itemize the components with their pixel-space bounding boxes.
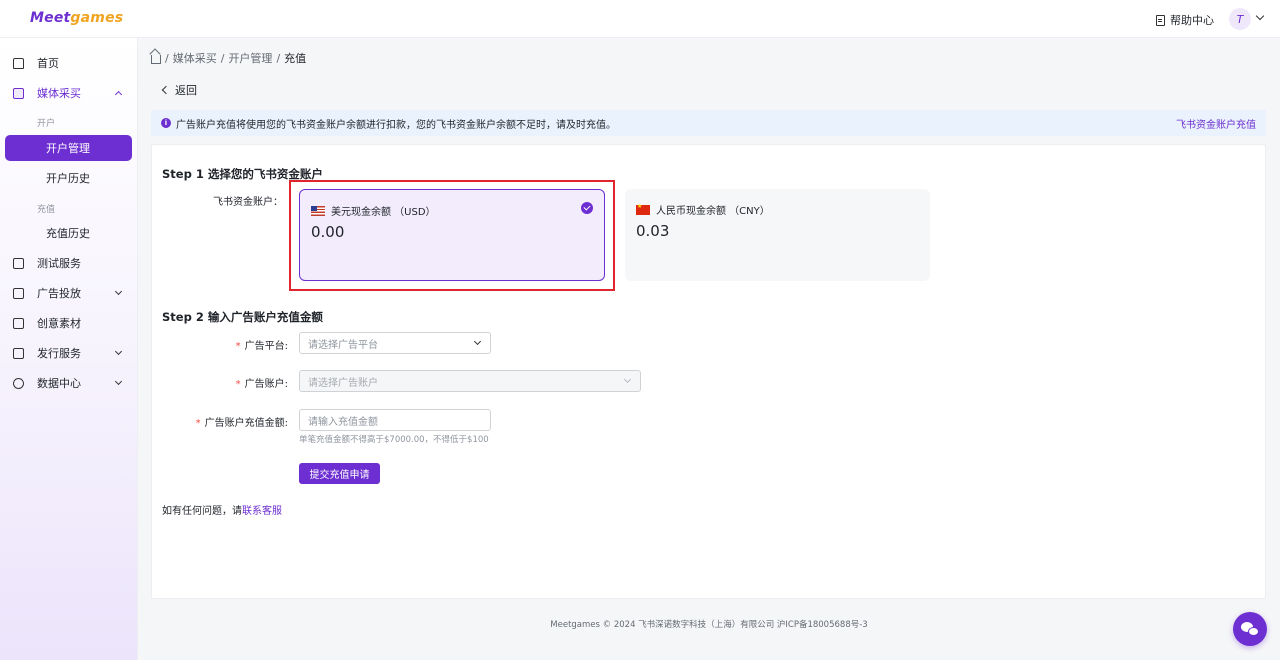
- publish-icon: [13, 347, 24, 359]
- home-icon: [13, 57, 24, 69]
- china-flag-icon: [636, 203, 650, 215]
- ad-platform-label: * 广告平台:: [235, 341, 288, 352]
- sidebar-group-recharge: 充值: [37, 205, 56, 215]
- fund-account-recharge-link[interactable]: 飞书资金账户充值: [1176, 116, 1256, 131]
- fund-account-card-usd[interactable]: 美元现金余额 （USD） 0.00: [299, 189, 605, 281]
- sidebar-item-open-account-mgmt[interactable]: 开户管理: [5, 135, 132, 161]
- help-center-link[interactable]: 帮助中心: [1156, 12, 1214, 28]
- top-header: Meetgames 帮助中心 T: [0, 0, 1280, 38]
- chevron-down-icon: [114, 287, 123, 296]
- us-flag-icon: [311, 205, 325, 216]
- breadcrumb: / 媒体采买 / 开户管理 / 充值: [151, 50, 306, 66]
- recharge-amount-label: * 广告账户充值金额:: [195, 418, 288, 429]
- notice-message: 广告账户充值将使用您的飞书资金账户余额进行扣款，您的飞书资金账户余额不足时，请及…: [176, 119, 616, 131]
- contact-support-text: 如有任何问题，请联系客服: [162, 506, 282, 517]
- footer-copyright: Meetgames © 2024 飞书深诺数字科技（上海）有限公司 沪ICP备1…: [550, 620, 868, 630]
- image-icon: [13, 317, 24, 329]
- fund-account-label: 飞书资金账户：: [213, 197, 283, 208]
- sidebar-item-creative[interactable]: 创意素材: [0, 311, 138, 335]
- back-button[interactable]: 返回: [161, 82, 197, 98]
- ad-account-label: * 广告账户:: [235, 379, 288, 390]
- sidebar-group-open-account: 开户: [37, 119, 56, 129]
- info-notice: i 广告账户充值将使用您的飞书资金账户余额进行扣款，您的飞书资金账户余额不足时，…: [151, 110, 1266, 136]
- ad-platform-select[interactable]: 请选择广告平台: [299, 332, 491, 354]
- home-icon[interactable]: [151, 55, 161, 64]
- cny-balance: 0.03: [636, 222, 670, 240]
- sidebar-item-publishing[interactable]: 发行服务: [0, 341, 138, 365]
- contact-support-link[interactable]: 联系客服: [242, 506, 282, 517]
- step2-title: Step 2 输入广告账户充值金额: [162, 310, 323, 324]
- sidebar-item-media-buying[interactable]: 媒体采买: [0, 81, 138, 105]
- chevron-down-icon[interactable]: [1255, 11, 1265, 21]
- sidebar-item-open-account-history[interactable]: 开户历史: [0, 166, 138, 190]
- brand-logo[interactable]: Meetgames: [30, 10, 123, 26]
- chevron-down-icon: [114, 377, 123, 386]
- sidebar-item-test-service[interactable]: 测试服务: [0, 251, 138, 275]
- gauge-icon: [13, 377, 24, 389]
- breadcrumb-item-open-account-mgmt[interactable]: 开户管理: [228, 50, 272, 66]
- sidebar: 首页 媒体采买 开户 开户管理 开户历史 充值 充值历史 测试服务 广告投放 创…: [0, 38, 138, 660]
- chevron-up-icon: [114, 90, 123, 99]
- chevron-down-icon: [473, 337, 482, 346]
- breadcrumb-item-media-buying[interactable]: 媒体采买: [173, 50, 217, 66]
- sidebar-item-ad-delivery[interactable]: 广告投放: [0, 281, 138, 305]
- media-icon: [13, 87, 24, 99]
- amount-hint: 单笔充值金额不得高于$7000.00，不得低于$100: [299, 435, 489, 445]
- sidebar-item-home[interactable]: 首页: [0, 51, 138, 75]
- ad-account-select: 请选择广告账户: [299, 370, 641, 392]
- breadcrumb-item-current: 充值: [284, 52, 307, 65]
- chevron-down-icon: [114, 347, 123, 356]
- recharge-amount-input[interactable]: 请输入充值金额: [299, 409, 491, 431]
- sidebar-item-data-center[interactable]: 数据中心: [0, 371, 138, 395]
- wechat-support-button[interactable]: [1233, 612, 1267, 646]
- chevron-left-icon: [161, 85, 171, 95]
- step1-title: Step 1 选择您的飞书资金账户: [162, 167, 323, 181]
- folder-icon: [13, 257, 24, 269]
- chevron-down-icon: [623, 375, 632, 384]
- submit-recharge-button[interactable]: 提交充值申请: [299, 463, 380, 484]
- info-icon: i: [161, 118, 171, 128]
- usd-balance: 0.00: [311, 223, 345, 241]
- monitor-icon: [13, 287, 24, 299]
- fund-account-card-cny[interactable]: 人民币现金余额 （CNY） 0.03: [625, 189, 930, 281]
- check-circle-icon: [581, 202, 593, 214]
- user-avatar[interactable]: T: [1229, 8, 1251, 30]
- document-icon: [1156, 14, 1165, 26]
- sidebar-item-recharge-history[interactable]: 充值历史: [0, 221, 138, 245]
